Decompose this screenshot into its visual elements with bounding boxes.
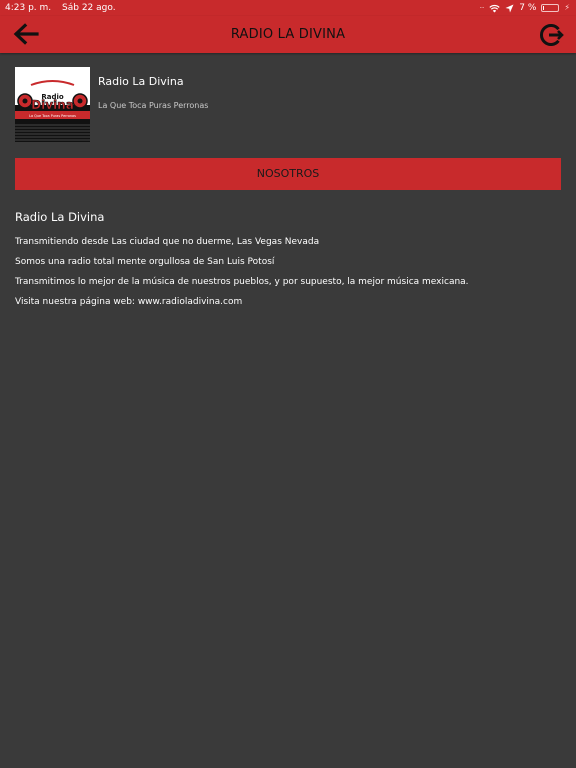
status-right: ·· 7 % ⚡ — [480, 0, 570, 16]
exit-button[interactable] — [538, 22, 564, 48]
about-title: Radio La Divina — [15, 210, 105, 224]
exit-icon — [540, 24, 564, 46]
nosotros-button[interactable]: NOSOTROS — [15, 158, 561, 190]
station-logo: Radio Divina La Que Toca Puras Perronas — [15, 67, 90, 142]
logo-main-text: Divina — [31, 98, 74, 112]
about-line-2: Somos una radio total mente orgullosa de… — [15, 257, 275, 267]
about-text: Transmitiendo desde Las ciudad que no du… — [15, 236, 561, 316]
page-title: RADIO LA DIVINA — [230, 27, 346, 42]
station-name: Radio La Divina — [98, 75, 184, 88]
battery-icon — [541, 4, 560, 12]
radio-la-divina-logo: Radio Divina La Que Toca Puras Perronas — [15, 67, 90, 142]
station-slogan: La Que Toca Puras Perronas — [98, 101, 209, 110]
logo-bottom-text: La Que Toca Puras Perronas — [29, 114, 76, 118]
battery-fill — [543, 6, 545, 10]
station-card: Radio Divina La Que Toca Puras Perronas … — [15, 67, 561, 143]
status-bar: 4:23 p. m. Sáb 22 ago. ·· 7 % ⚡ — [0, 0, 576, 16]
location-arrow-icon — [505, 4, 514, 12]
about-line-1: Transmitiendo desde Las ciudad que no du… — [15, 237, 320, 247]
status-date: Sáb 22 ago. — [62, 3, 116, 13]
charging-bolt-icon: ⚡ — [564, 3, 570, 12]
about-line-4: Visita nuestra página web: www.radioladi… — [15, 297, 243, 307]
status-left: 4:23 p. m. Sáb 22 ago. — [5, 0, 124, 16]
status-time: 4:23 p. m. — [5, 3, 52, 13]
nav-bar: RADIO LA DIVINA — [0, 16, 576, 53]
wifi-icon — [489, 4, 500, 12]
arrow-left-icon — [13, 23, 39, 45]
dots-icon: ·· — [479, 4, 485, 12]
about-line-3: Transmitimos lo mejor de la música de nu… — [15, 277, 469, 287]
back-button[interactable] — [12, 22, 40, 46]
battery-percent: 7 % — [519, 3, 537, 13]
